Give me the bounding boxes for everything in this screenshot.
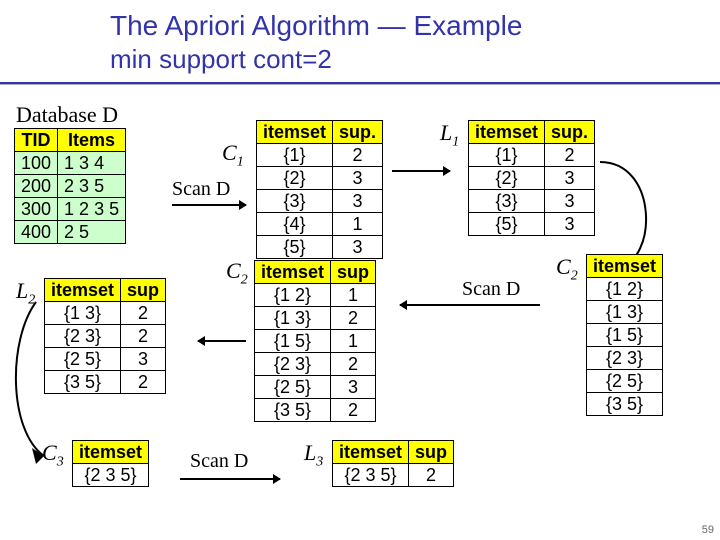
label-database-d: Database D — [16, 102, 118, 128]
table-c1: itemsetsup. {1}2 {2}3 {3}3 {4}1 {5}3 — [256, 120, 383, 259]
table-l3: itemsetsup {2 3 5}2 — [332, 440, 454, 487]
table-c2-sup: itemsetsup {1 2}1 {1 3}2 {1 5}1 {2 3}2 {… — [254, 260, 376, 422]
label-l3: L3 — [304, 440, 323, 470]
arrow-c2-to-l2 — [198, 340, 246, 342]
divider — [0, 82, 720, 85]
slide-title: The Apriori Algorithm — Example — [110, 10, 522, 42]
arrow-c2cand-to-c2sup — [400, 304, 540, 306]
label-scand-1: Scan D — [172, 178, 230, 201]
label-c2-right: C2 — [556, 254, 578, 284]
arrow-d-to-c1 — [172, 204, 246, 206]
page-number: 59 — [702, 524, 714, 536]
label-c3: C3 — [42, 440, 64, 470]
arrow-c1-to-l1 — [392, 170, 450, 172]
slide-subtitle: min support cont=2 — [110, 44, 332, 75]
arrow-c3-to-l3 — [180, 478, 280, 480]
label-scand-3: Scan D — [190, 450, 248, 473]
table-database-d: TIDItems 1001 3 4 2002 3 5 3001 2 3 5 40… — [14, 128, 126, 244]
table-l1: itemsetsup. {1}2 {2}3 {3}3 {5}3 — [468, 120, 595, 236]
label-l1: L1 — [440, 120, 459, 150]
label-c1: C1 — [222, 140, 244, 170]
label-scand-2: Scan D — [462, 278, 520, 301]
table-c2-candidates: itemset {1 2} {1 3} {1 5} {2 3} {2 5} {3… — [586, 254, 663, 416]
table-c3: itemset {2 3 5} — [72, 440, 149, 487]
label-c2-left: C2 — [226, 258, 248, 288]
